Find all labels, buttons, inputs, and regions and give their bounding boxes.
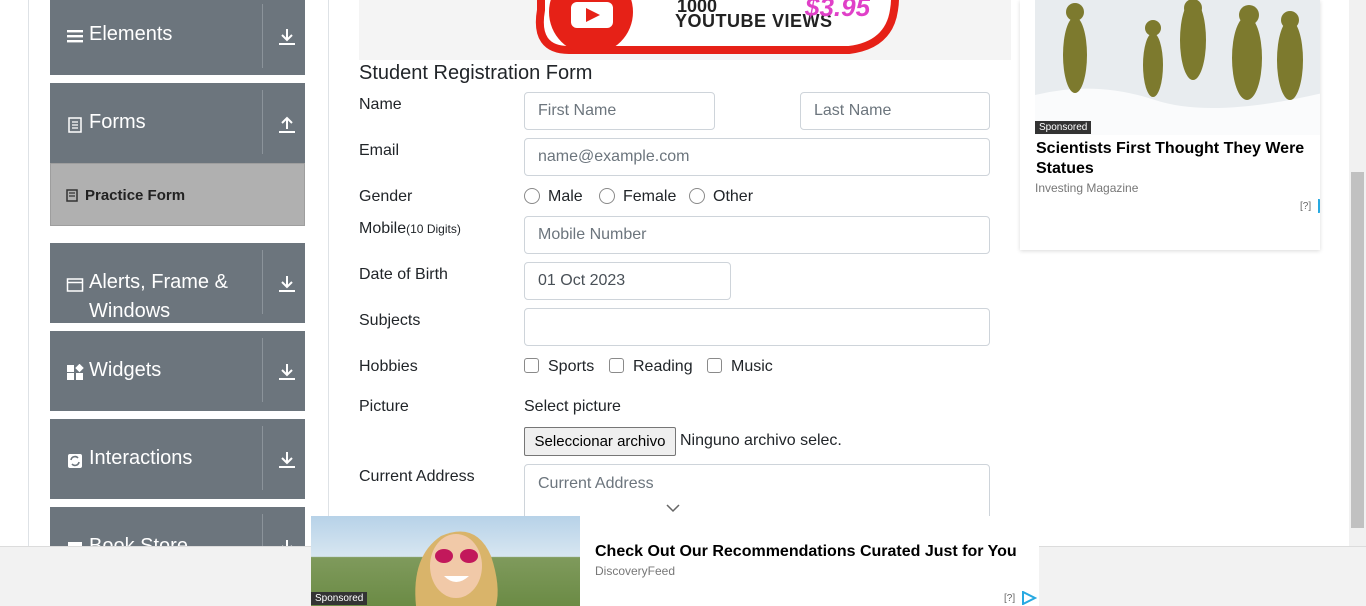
last-name-input[interactable]: Last Name xyxy=(800,92,990,130)
sidebar-divider xyxy=(328,0,329,546)
hobby-music-checkbox[interactable] xyxy=(707,358,722,373)
document-icon xyxy=(68,117,82,133)
mobile-label-text: Mobile xyxy=(359,220,407,237)
gender-label: Gender xyxy=(359,188,413,205)
sidebar-group-book-store[interactable]: Book Store xyxy=(50,507,305,547)
page: Elements Forms Practice Form Alerts, Fra… xyxy=(0,0,1366,606)
banner-price: $3.95 xyxy=(805,0,871,22)
bottom-ad[interactable]: Sponsored Check Out Our Recommendations … xyxy=(311,516,1039,606)
sidebar-group-label: Book Store xyxy=(89,535,188,547)
gender-other-radio[interactable] xyxy=(689,188,705,204)
window-icon xyxy=(66,278,84,292)
hobbies-label: Hobbies xyxy=(359,358,418,375)
hobby-reading-checkbox[interactable] xyxy=(609,358,624,373)
subjects-input[interactable] xyxy=(524,308,990,346)
scrollbar-thumb[interactable] xyxy=(1351,172,1364,528)
download-icon[interactable] xyxy=(276,273,298,295)
sidebar-ad[interactable]: Sponsored Scientists First Thought They … xyxy=(1020,0,1320,250)
group-divider xyxy=(262,514,263,547)
download-icon[interactable] xyxy=(276,361,298,383)
sidebar-item-practice-form[interactable]: Practice Form xyxy=(50,163,305,226)
group-divider xyxy=(262,4,263,68)
group-divider xyxy=(262,250,263,314)
sidebar-group-label: Interactions xyxy=(89,447,193,469)
email-label: Email xyxy=(359,142,400,159)
mobile-label: Mobile(10 Digits) xyxy=(359,220,461,238)
gender-other-label[interactable]: Other xyxy=(713,188,753,206)
chevron-down-icon[interactable] xyxy=(665,503,681,513)
ad-title[interactable]: Scientists First Thought They Were Statu… xyxy=(1036,139,1320,179)
gender-male-label[interactable]: Male xyxy=(548,188,583,206)
sidebar-group-label: Forms xyxy=(89,111,146,133)
statues-image xyxy=(1035,0,1320,135)
sidebar-group-forms[interactable]: Forms xyxy=(50,83,305,163)
subjects-label: Subjects xyxy=(359,312,421,329)
hobby-music-label[interactable]: Music xyxy=(731,358,773,376)
sidebar-group-widgets[interactable]: Widgets xyxy=(50,331,305,411)
group-divider xyxy=(262,426,263,490)
sidebar-group-label: Elements xyxy=(89,23,173,45)
sidebar-group-alerts[interactable]: Alerts, Frame & Windows xyxy=(50,243,305,323)
sidebar-group-label: Alerts, Frame & Windows xyxy=(89,271,228,322)
first-name-input[interactable]: First Name xyxy=(524,92,715,130)
mobile-input[interactable]: Mobile Number xyxy=(524,216,990,254)
picture-label: Picture xyxy=(359,398,409,415)
gender-male-radio[interactable] xyxy=(524,188,540,204)
adchoices-link[interactable]: [?] xyxy=(1004,593,1015,604)
upload-icon[interactable] xyxy=(276,113,298,135)
name-label: Name xyxy=(359,96,402,113)
sponsored-badge: Sponsored xyxy=(1035,121,1092,134)
hobby-reading-label[interactable]: Reading xyxy=(633,358,693,376)
gender-female-label[interactable]: Female xyxy=(623,188,676,206)
gender-female-radio[interactable] xyxy=(599,188,615,204)
choose-file-button[interactable]: Seleccionar archivo xyxy=(524,427,676,456)
page-divider xyxy=(28,0,29,546)
adchoices-link[interactable]: [?] xyxy=(1300,201,1311,212)
widgets-icon xyxy=(67,364,84,380)
dob-label: Date of Birth xyxy=(359,266,448,283)
adchoices-icon[interactable] xyxy=(1317,199,1320,213)
file-status: Ninguno archivo selec. xyxy=(680,432,842,449)
ad-source[interactable]: Investing Magazine xyxy=(1035,181,1138,195)
sponsored-badge: Sponsored xyxy=(311,592,368,605)
download-icon[interactable] xyxy=(276,449,298,471)
dob-input[interactable]: 01 Oct 2023 xyxy=(524,262,731,300)
sidebar-group-interactions[interactable]: Interactions xyxy=(50,419,305,499)
ad-image xyxy=(1035,0,1320,135)
hobby-sports-label[interactable]: Sports xyxy=(548,358,594,376)
download-icon[interactable] xyxy=(276,26,298,48)
group-divider xyxy=(262,90,263,154)
ad-title[interactable]: Check Out Our Recommendations Curated Ju… xyxy=(595,542,1017,562)
group-divider xyxy=(262,338,263,402)
top-banner-ad[interactable]: 1000 YOUTUBE VIEWS $3.95 xyxy=(359,0,1011,60)
ad-source[interactable]: DiscoveryFeed xyxy=(595,564,675,578)
hobby-sports-checkbox[interactable] xyxy=(524,358,539,373)
form-icon xyxy=(66,189,78,202)
mobile-hint: (10 Digits) xyxy=(406,222,461,236)
adchoices-icon[interactable] xyxy=(1021,591,1037,605)
interactions-icon xyxy=(68,454,82,468)
address-label: Current Address xyxy=(359,468,475,485)
sidebar-item-label: Practice Form xyxy=(85,187,186,204)
sidebar-group-label: Widgets xyxy=(89,359,162,381)
form-title: Student Registration Form xyxy=(359,62,593,84)
menu-icon xyxy=(67,30,83,43)
picture-prompt: Select picture xyxy=(524,398,621,415)
email-input[interactable]: name@example.com xyxy=(524,138,990,176)
sidebar-group-elements[interactable]: Elements xyxy=(50,0,305,75)
